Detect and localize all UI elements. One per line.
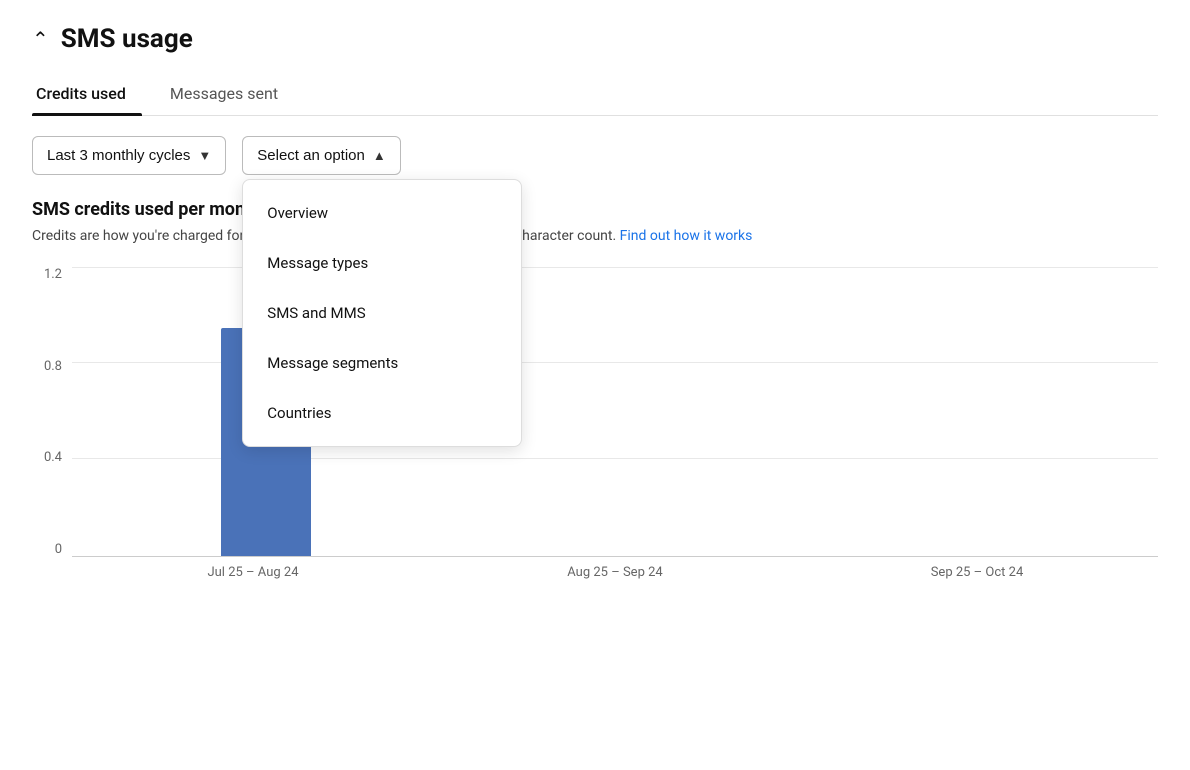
y-label-1: 1.2: [44, 267, 62, 282]
y-axis: 1.2 0.8 0.4 0: [32, 267, 68, 557]
chart-heading: SMS credits used per month: [32, 199, 1158, 220]
option-dropdown-chevron: ▲: [373, 148, 386, 163]
tab-credits-used[interactable]: Credits used: [32, 74, 142, 115]
option-message-segments[interactable]: Message segments: [243, 338, 521, 388]
x-label-2: Aug 25 – Sep 24: [434, 559, 796, 587]
tab-bar: Credits used Messages sent: [32, 74, 1158, 116]
x-label-1: Jul 25 – Aug 24: [72, 559, 434, 587]
period-dropdown-button[interactable]: Last 3 monthly cycles ▼: [32, 136, 226, 175]
page-title: SMS usage: [61, 24, 193, 54]
page-header: ⌃ SMS usage: [32, 24, 1158, 54]
x-axis: Jul 25 – Aug 24 Aug 25 – Sep 24 Sep 25 –…: [72, 559, 1158, 587]
option-dropdown-wrapper: Select an option ▲ Overview Message type…: [242, 136, 400, 175]
bars-container: [72, 267, 1158, 556]
period-dropdown-chevron: ▼: [198, 148, 211, 163]
tab-messages-sent[interactable]: Messages sent: [166, 74, 294, 115]
option-overview[interactable]: Overview: [243, 188, 521, 238]
period-dropdown-wrapper: Last 3 monthly cycles ▼: [32, 136, 226, 175]
option-dropdown-button[interactable]: Select an option ▲: [242, 136, 400, 175]
option-dropdown-label: Select an option: [257, 147, 365, 164]
chart-section: SMS credits used per month Credits are h…: [32, 199, 1158, 587]
collapse-icon[interactable]: ⌃: [32, 27, 49, 51]
page-wrapper: ⌃ SMS usage Credits used Messages sent L…: [0, 0, 1190, 611]
option-dropdown-menu: Overview Message types SMS and MMS Messa…: [242, 179, 522, 447]
y-label-4: 0: [55, 542, 62, 557]
y-label-2: 0.8: [44, 359, 62, 374]
chart-area: 1.2 0.8 0.4 0: [32, 267, 1158, 587]
option-countries[interactable]: Countries: [243, 388, 521, 438]
option-message-types[interactable]: Message types: [243, 238, 521, 288]
chart-plot: [72, 267, 1158, 557]
x-label-3: Sep 25 – Oct 24: [796, 559, 1158, 587]
bar-group-3: [789, 267, 1138, 556]
period-dropdown-label: Last 3 monthly cycles: [47, 147, 190, 164]
y-label-3: 0.4: [44, 450, 62, 465]
chart-description: Credits are how you're charged for SMS m…: [32, 226, 1158, 247]
find-out-link[interactable]: Find out how it works: [620, 228, 753, 244]
option-sms-and-mms[interactable]: SMS and MMS: [243, 288, 521, 338]
controls-row: Last 3 monthly cycles ▼ Select an option…: [32, 136, 1158, 175]
